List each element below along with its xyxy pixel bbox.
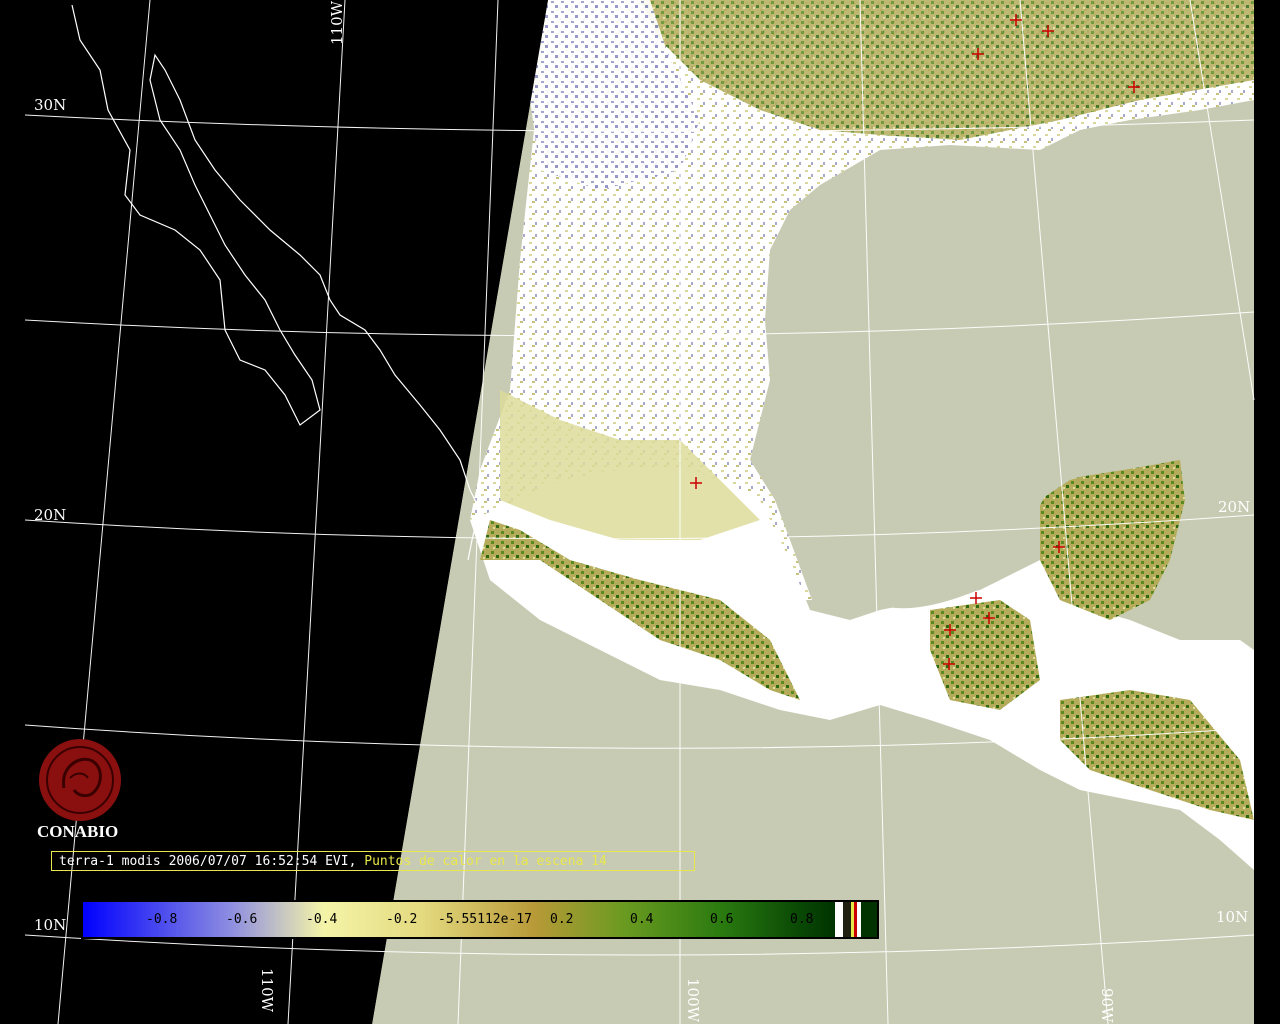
label-20n-left: 20N [34, 506, 66, 524]
tick-label: -0.2 [386, 912, 418, 927]
tick-label: -0.4 [306, 912, 338, 927]
tick-label: -0.6 [226, 912, 258, 927]
label-110w-bottom: 110W [258, 968, 276, 1013]
logo-name: CONABIO [37, 822, 119, 841]
label-30n: 30N [34, 96, 66, 114]
label-10n-left: 10N [34, 916, 66, 934]
cloud-swatch [835, 902, 843, 937]
tick-label: 0.8 [790, 912, 814, 927]
tick-label: 0.4 [630, 912, 654, 927]
label-90w: 90W [1098, 988, 1116, 1023]
label-10n-right: 10N [1216, 908, 1248, 926]
satellite-info: terra-1 modis 2006/07/07 16:52:54 EVI, [59, 854, 357, 869]
scene-caption: terra-1 modis 2006/07/07 16:52:54 EVI, P… [51, 851, 695, 871]
label-110w-top: 110W [328, 0, 346, 45]
hotspots-info: Puntos de calor en la escena 14 [356, 854, 607, 869]
tick-label: -5.55112e-17 [438, 912, 532, 927]
tick-label: -0.8 [146, 912, 178, 927]
tick-label: 0.6 [710, 912, 734, 927]
hotspot-swatch [854, 902, 857, 937]
label-100w: 100W [684, 978, 702, 1023]
tick-label: 0.2 [550, 912, 574, 927]
conabio-logo [39, 739, 121, 821]
label-20n-right: 20N [1218, 498, 1250, 516]
